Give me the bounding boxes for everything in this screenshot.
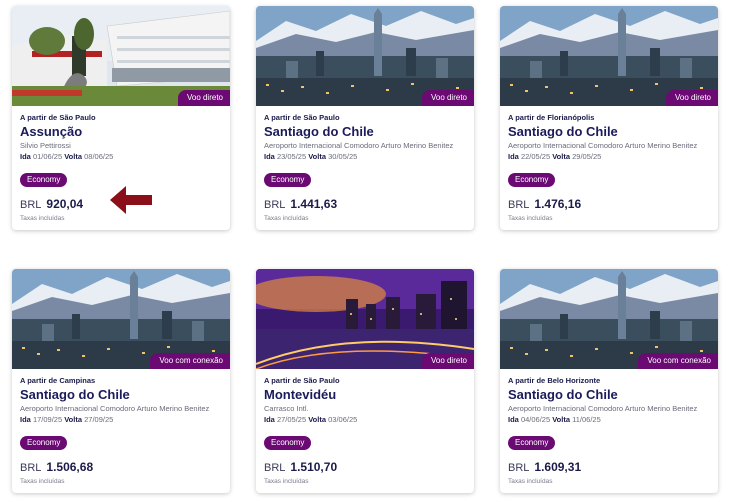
airport-name: Aeroporto Internacional Comodoro Arturo … (508, 404, 698, 413)
fare-class-badge: Economy (264, 436, 312, 450)
destination-card-santiago-florianopolis[interactable]: Voo direto A partir de Florianópolis San… (500, 6, 718, 230)
santiago-skyline-photo: Voo direto (256, 6, 474, 106)
airport-name: Aeroporto Internacional Comodoro Arturo … (20, 404, 210, 413)
destination-card-santiago-campinas[interactable]: Voo com conexão A partir de Campinas San… (12, 269, 230, 493)
travel-dates: Ida 01/06/25 Volta 08/06/25 (20, 152, 114, 161)
destination-city: Santiago do Chile (508, 124, 618, 139)
flight-type-tag: Voo com conexão (638, 353, 718, 369)
taxes-note: Taxas incluídas (508, 478, 553, 485)
price: BRL 1.506,68 (20, 460, 222, 475)
fare-class-badge: Economy (508, 436, 556, 450)
currency: BRL (508, 199, 530, 211)
price-value: 1.609,31 (534, 460, 582, 474)
price-value: 1.476,16 (534, 197, 582, 211)
price-value: 1.506,68 (46, 460, 94, 474)
travel-dates: Ida 23/05/25 Volta 30/05/25 (264, 152, 358, 161)
santiago-skyline-photo: Voo direto (500, 6, 718, 106)
airport-name: Aeroporto Internacional Comodoro Arturo … (264, 141, 454, 150)
airport-name: Carrasco Intl. (264, 404, 309, 413)
travel-dates: Ida 27/05/25 Volta 03/06/25 (264, 415, 358, 424)
price: BRL 1.510,70 (264, 460, 466, 475)
travel-dates: Ida 17/09/25 Volta 27/09/25 (20, 415, 114, 424)
arrow-left-icon (110, 186, 152, 214)
currency: BRL (20, 199, 42, 211)
destination-card-montevideu[interactable]: Voo direto A partir de São Paulo Montevi… (256, 269, 474, 493)
airport-name: Silvio Pettirossi (20, 141, 71, 150)
destination-city: Montevidéu (264, 387, 337, 402)
origin-label: A partir de São Paulo (264, 376, 340, 385)
origin-label: A partir de São Paulo (20, 113, 96, 122)
price-value: 1.441,63 (290, 197, 338, 211)
flight-type-tag: Voo direto (421, 353, 474, 369)
price: BRL 1.476,16 (508, 197, 710, 212)
taxes-note: Taxas incluídas (264, 478, 309, 485)
currency: BRL (508, 462, 530, 474)
price-value: 1.510,70 (290, 460, 338, 474)
fare-class-badge: Economy (264, 173, 312, 187)
fare-class-badge: Economy (20, 173, 68, 187)
destination-city: Santiago do Chile (20, 387, 130, 402)
fare-class-badge: Economy (508, 173, 556, 187)
price: BRL 1.609,31 (508, 460, 710, 475)
flight-type-tag: Voo com conexão (150, 353, 230, 369)
taxes-note: Taxas incluídas (264, 215, 309, 222)
currency: BRL (264, 462, 286, 474)
currency: BRL (20, 462, 42, 474)
flight-type-tag: Voo direto (421, 90, 474, 106)
origin-label: A partir de Belo Horizonte (508, 376, 601, 385)
destination-card-santiago-belo-horizonte[interactable]: Voo com conexão A partir de Belo Horizon… (500, 269, 718, 493)
currency: BRL (264, 199, 286, 211)
destination-card-santiago-sao-paulo[interactable]: Voo direto A partir de São Paulo Santiag… (256, 6, 474, 230)
destination-city: Santiago do Chile (264, 124, 374, 139)
flight-type-tag: Voo direto (665, 90, 718, 106)
price: BRL 1.441,63 (264, 197, 466, 212)
destination-city: Assunção (20, 124, 83, 139)
fare-class-badge: Economy (20, 436, 68, 450)
taxes-note: Taxas incluídas (20, 478, 65, 485)
santiago-skyline-photo: Voo com conexão (500, 269, 718, 369)
travel-dates: Ida 04/06/25 Volta 11/06/25 (508, 415, 601, 424)
montevideo-night-photo: Voo direto (256, 269, 474, 369)
destination-city: Santiago do Chile (508, 387, 618, 402)
airport-name: Aeroporto Internacional Comodoro Arturo … (508, 141, 698, 150)
price-value: 920,04 (46, 197, 84, 211)
origin-label: A partir de Campinas (20, 376, 96, 385)
taxes-note: Taxas incluídas (508, 215, 553, 222)
destinations-grid: Voo direto A partir de São Paulo Assunçã… (0, 0, 730, 502)
origin-label: A partir de Florianópolis (508, 113, 595, 122)
travel-dates: Ida 22/05/25 Volta 29/05/25 (508, 152, 602, 161)
airport-building-photo: Voo direto (12, 6, 230, 106)
flight-type-tag: Voo direto (177, 90, 230, 106)
santiago-skyline-photo: Voo com conexão (12, 269, 230, 369)
origin-label: A partir de São Paulo (264, 113, 340, 122)
